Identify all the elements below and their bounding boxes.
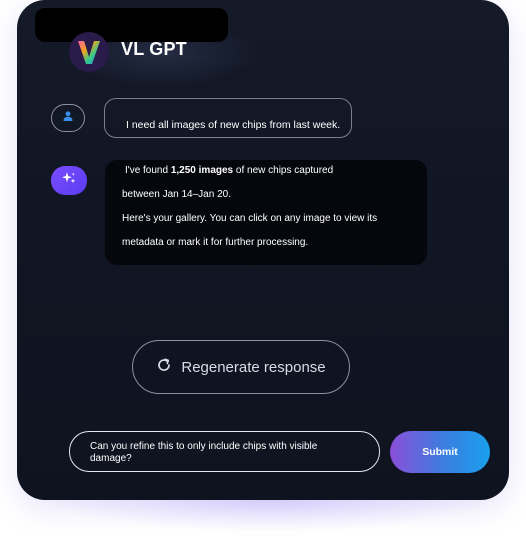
submit-button[interactable]: Submit [390,431,490,473]
chat-card: VL GPT I need all images of new chips fr… [17,0,509,500]
assistant-avatar [51,166,87,195]
redaction-bar [35,8,228,42]
regenerate-label: Regenerate response [181,358,326,376]
assistant-message-bubble: I've found 1,250 images of new chips cap… [105,160,427,265]
prompt-input-text: Can you refine this to only include chip… [90,441,318,464]
assistant-line-3: Here's your gallery. You can click on an… [122,213,378,224]
user-avatar [51,104,85,132]
image-count: 1,250 images [170,165,234,176]
assistant-line-2: between Jan 14–Jan 20. [122,189,231,200]
v-logo-icon [69,32,109,72]
assistant-line-1: I've found 1,250 images of new chips cap… [125,165,334,176]
regenerate-button[interactable]: Regenerate response [132,340,350,394]
app-title: VL GPT [121,39,187,59]
refresh-icon [156,357,172,377]
user-message-bubble: I need all images of new chips from last… [104,98,352,138]
user-icon [62,109,74,127]
user-message-text: I need all images of new chips from last… [126,119,341,131]
assistant-line-4: metadata or mark it for further processi… [122,237,309,248]
prompt-input[interactable]: Can you refine this to only include chip… [69,431,380,472]
stage: VL GPT I need all images of new chips fr… [0,0,526,538]
sparkle-icon [61,171,77,190]
